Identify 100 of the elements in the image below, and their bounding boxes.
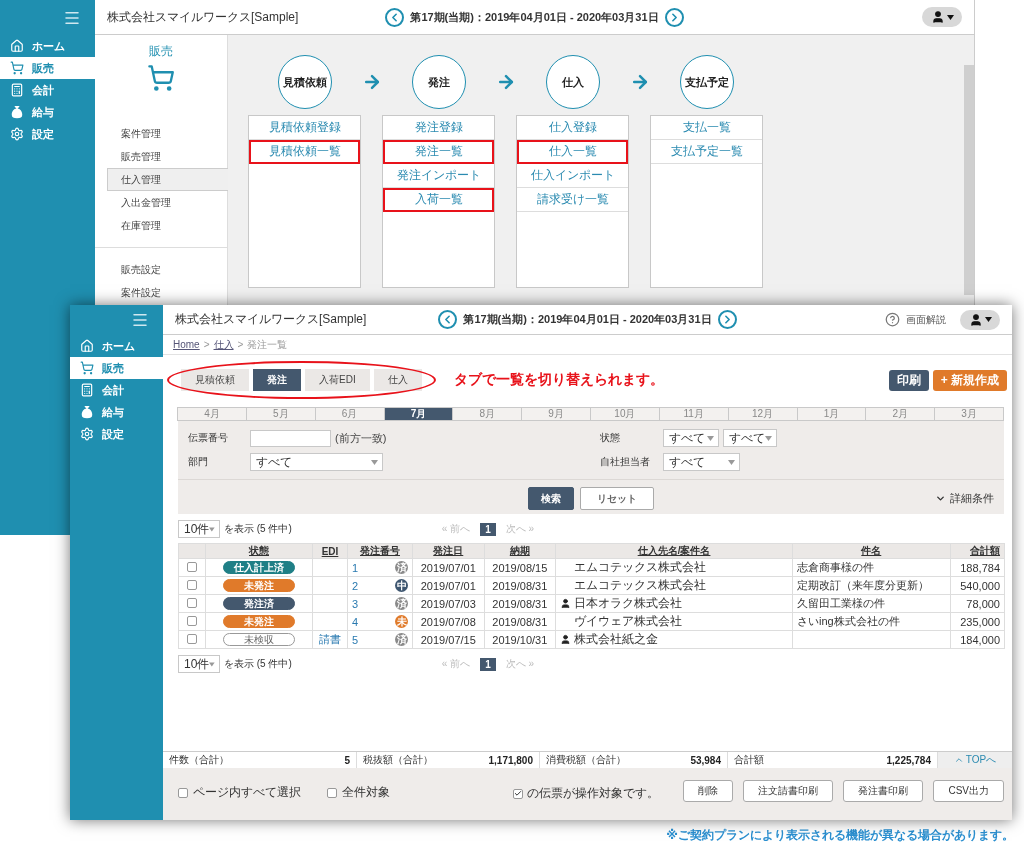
sidebar-item[interactable]: 給与 xyxy=(70,401,163,423)
menu-link[interactable]: 仕入登録 xyxy=(517,116,628,140)
sidebar-item[interactable]: 給与 xyxy=(0,101,95,123)
reset-button[interactable]: リセット xyxy=(580,487,654,510)
row-checkbox[interactable] xyxy=(187,561,197,572)
search-button[interactable]: 検索 xyxy=(528,487,574,510)
check-icon xyxy=(514,789,523,798)
row-checkbox[interactable] xyxy=(187,579,197,590)
select-field[interactable]: すべて xyxy=(663,453,740,471)
menu-link[interactable]: 支払一覧 xyxy=(651,116,762,140)
menu-link[interactable]: 仕入一覧 xyxy=(517,140,628,164)
input-field[interactable] xyxy=(250,429,331,447)
scrollbar[interactable] xyxy=(964,65,974,295)
submenu-item[interactable]: 入出金管理 xyxy=(95,191,228,214)
tab[interactable]: 発注 xyxy=(253,369,301,391)
per-page-select[interactable]: 10件 xyxy=(178,655,220,673)
previous-period-button[interactable] xyxy=(438,310,458,329)
column-header[interactable]: EDI xyxy=(312,543,348,559)
tab[interactable]: 見積依頼 xyxy=(181,369,249,391)
sidebar-item[interactable]: 設定 xyxy=(70,423,163,445)
month-tab[interactable]: 5月 xyxy=(245,407,316,421)
submenu-item[interactable]: 案件設定 xyxy=(95,281,228,304)
action-button[interactable]: 削除 xyxy=(683,780,734,802)
month-tab[interactable]: 9月 xyxy=(521,407,591,421)
menu-link[interactable]: 見積依頼一覧 xyxy=(249,140,360,164)
month-tab[interactable]: 10月 xyxy=(590,407,660,421)
next-period-button[interactable] xyxy=(717,310,737,329)
menu-link[interactable]: 仕入インポート xyxy=(517,164,628,188)
page-number[interactable]: 1 xyxy=(480,522,496,536)
user-menu-button[interactable] xyxy=(922,7,962,27)
month-tab[interactable]: 7月 xyxy=(383,407,454,421)
month-tab[interactable]: 8月 xyxy=(452,407,523,421)
month-tab[interactable]: 3月 xyxy=(934,407,1004,421)
sidebar-item[interactable]: 販売 xyxy=(0,57,95,79)
sidebar-item[interactable]: ホーム xyxy=(70,335,163,357)
checkbox[interactable] xyxy=(327,787,337,798)
menu-icon[interactable] xyxy=(131,311,149,329)
month-tab[interactable]: 11月 xyxy=(658,407,729,421)
month-tab[interactable]: 6月 xyxy=(314,407,385,421)
order-number-link[interactable]: 1 xyxy=(352,561,359,574)
details-toggle[interactable]: 詳細条件 xyxy=(935,491,994,506)
submenu-item[interactable]: 案件管理 xyxy=(95,122,228,145)
column-header[interactable]: 発注日 xyxy=(412,543,485,559)
next-period-button[interactable] xyxy=(664,7,684,27)
per-page-select[interactable]: 10件 xyxy=(178,520,220,538)
action-button[interactable]: 注文請書印刷 xyxy=(743,780,834,802)
order-number-link[interactable]: 3 xyxy=(352,597,359,610)
month-tab[interactable]: 4月 xyxy=(177,407,247,421)
column-header[interactable]: 発注番号 xyxy=(347,543,413,559)
user-menu-button[interactable] xyxy=(960,309,1000,330)
breadcrumb-link[interactable]: 仕入 xyxy=(213,337,234,352)
submenu-item[interactable]: 仕入管理 xyxy=(107,168,228,191)
previous-period-button[interactable] xyxy=(385,7,405,27)
checkbox[interactable] xyxy=(513,788,524,799)
action-button[interactable]: 発注書印刷 xyxy=(843,780,924,802)
row-checkbox[interactable] xyxy=(187,615,197,626)
sidebar-item[interactable]: 販売 xyxy=(70,357,163,379)
order-number-link[interactable]: 5 xyxy=(352,633,359,646)
row-checkbox[interactable] xyxy=(187,597,197,608)
row-checkbox[interactable] xyxy=(187,633,197,644)
tab[interactable]: 仕入 xyxy=(373,369,422,391)
month-tab[interactable]: 2月 xyxy=(865,407,936,421)
column-header[interactable]: 状態 xyxy=(205,543,313,559)
submenu-item[interactable]: 在庫管理 xyxy=(95,214,228,237)
menu-link[interactable]: 支払予定一覧 xyxy=(651,140,762,164)
table-cell: 2019/07/08 xyxy=(412,612,485,631)
select-field[interactable]: すべて xyxy=(723,429,777,447)
menu-link[interactable]: 見積依頼登録 xyxy=(249,116,360,140)
page-number[interactable]: 1 xyxy=(480,657,496,671)
menu-link[interactable]: 入荷一覧 xyxy=(383,188,494,212)
submenu-item[interactable]: 販売管理 xyxy=(95,145,228,168)
table-cell: 定期改訂（来年度分更新） xyxy=(792,576,950,595)
order-number-link[interactable]: 2 xyxy=(352,579,359,592)
submenu-item[interactable]: 販売設定 xyxy=(95,258,228,281)
column-header[interactable]: 納期 xyxy=(484,543,556,559)
column-header[interactable]: 件名 xyxy=(792,543,950,559)
month-tab[interactable]: 1月 xyxy=(796,407,867,421)
sidebar-item[interactable]: 会計 xyxy=(0,79,95,101)
menu-link[interactable]: 発注一覧 xyxy=(383,140,494,164)
breadcrumb-link[interactable]: Home xyxy=(173,339,200,350)
menu-link[interactable]: 発注インポート xyxy=(383,164,494,188)
print-button[interactable]: 印刷 xyxy=(888,369,929,391)
order-number-link[interactable]: 4 xyxy=(352,615,359,628)
select-field[interactable]: すべて xyxy=(250,453,383,471)
checkbox[interactable] xyxy=(178,787,188,798)
table-cell: さいing株式会社の件 xyxy=(792,612,950,631)
top-link[interactable]: TOPへ xyxy=(938,752,1012,768)
menu-link[interactable]: 請求受け一覧 xyxy=(517,188,628,212)
help-link[interactable]: 画面解説 xyxy=(885,312,946,327)
select-field[interactable]: すべて xyxy=(663,429,719,447)
column-header[interactable]: 仕入先名/案件名 xyxy=(555,543,793,559)
month-tab[interactable]: 12月 xyxy=(727,407,798,421)
menu-link[interactable]: 発注登録 xyxy=(383,116,494,140)
tab[interactable]: 入荷EDI xyxy=(305,369,370,391)
sidebar-item[interactable]: ホーム xyxy=(0,35,95,57)
action-button[interactable]: CSV出力 xyxy=(933,780,1004,802)
new-button[interactable]: + 新規作成 xyxy=(932,369,1007,391)
sidebar-item[interactable]: 会計 xyxy=(70,379,163,401)
column-header[interactable]: 合計額 xyxy=(950,543,1005,559)
sidebar-item[interactable]: 設定 xyxy=(0,123,95,145)
